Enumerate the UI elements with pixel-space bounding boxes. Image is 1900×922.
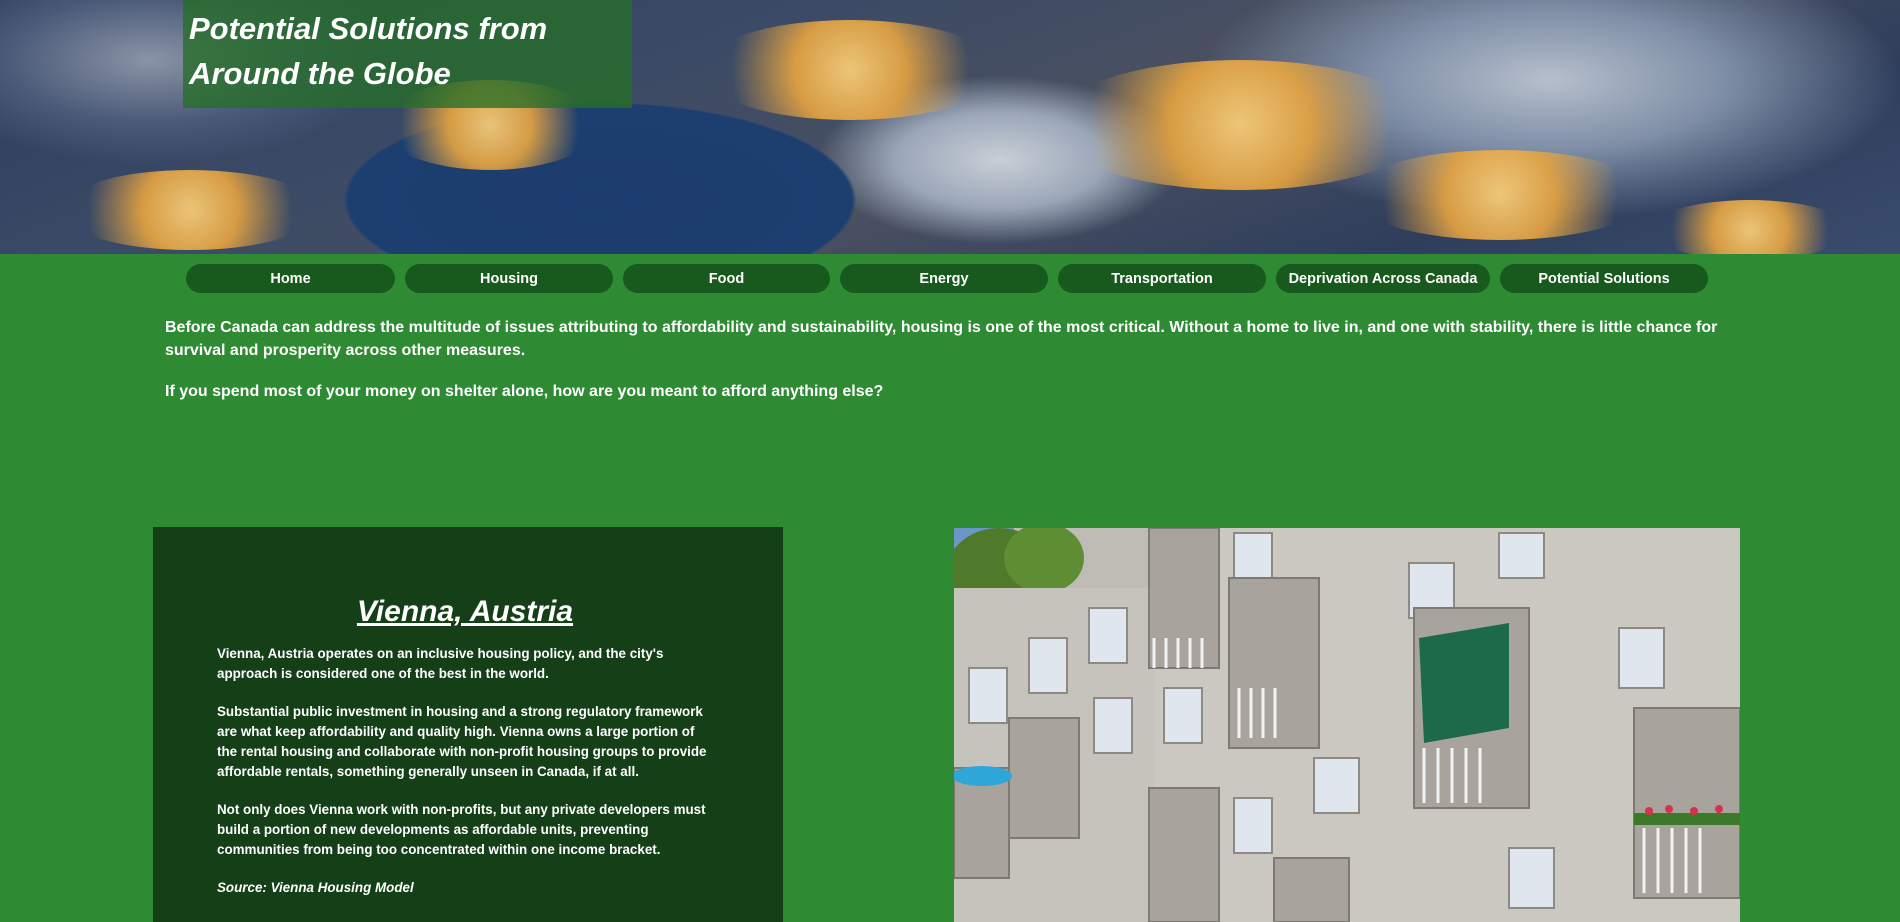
page-title-box: Potential Solutions from Around the Glob… [183, 0, 632, 108]
vienna-paragraph-3: Not only does Vienna work with non-profi… [217, 802, 706, 857]
main-nav: Home Housing Food Energy Transportation … [186, 264, 1708, 293]
vienna-paragraph-2: Substantial public investment in housing… [217, 704, 707, 779]
vienna-building-photo [954, 528, 1740, 922]
building-illustration [954, 528, 1740, 922]
nav-home[interactable]: Home [186, 264, 395, 293]
intro-section: Before Canada can address the multitude … [165, 316, 1735, 421]
page-title-line2: Around the Globe [189, 56, 451, 91]
page-title-line1: Potential Solutions from [189, 11, 548, 46]
nav-deprivation-across-canada[interactable]: Deprivation Across Canada [1276, 264, 1490, 293]
intro-paragraph-1: Before Canada can address the multitude … [165, 319, 1718, 359]
hero-banner-image: Potential Solutions from Around the Glob… [0, 0, 1900, 254]
nav-potential-solutions[interactable]: Potential Solutions [1500, 264, 1708, 293]
vienna-heading: Vienna, Austria [356, 595, 574, 628]
vienna-paragraph-1: Vienna, Austria operates on an inclusive… [217, 646, 664, 681]
nav-housing[interactable]: Housing [405, 264, 613, 293]
nav-energy[interactable]: Energy [840, 264, 1048, 293]
page-title: Potential Solutions from Around the Glob… [189, 6, 626, 96]
vienna-source: Source: Vienna Housing Model [217, 880, 414, 895]
vienna-card: Vienna, Austria Vienna, Austria operates… [153, 527, 783, 922]
nav-food[interactable]: Food [623, 264, 830, 293]
intro-paragraph-2: If you spend most of your money on shelt… [165, 383, 884, 400]
nav-transportation[interactable]: Transportation [1058, 264, 1266, 293]
